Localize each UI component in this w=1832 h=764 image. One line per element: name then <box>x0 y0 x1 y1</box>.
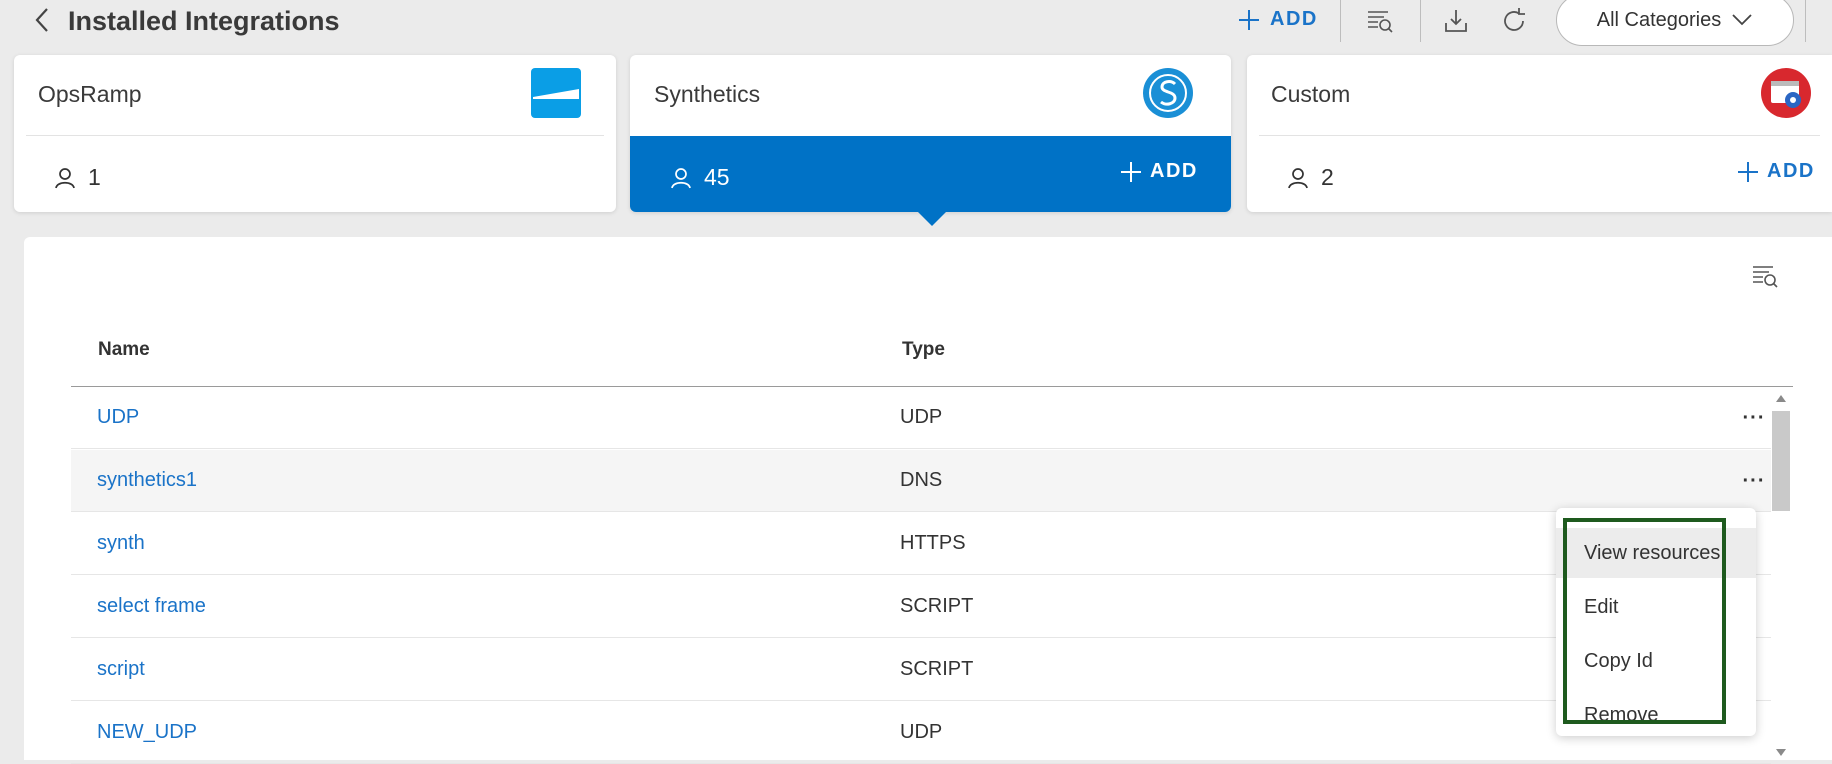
add-label: ADD <box>1767 160 1815 182</box>
table-row[interactable]: select frame SCRIPT <box>71 576 1771 638</box>
synthetics-logo-icon <box>1143 68 1193 118</box>
refresh-button[interactable] <box>1498 6 1530 36</box>
user-icon <box>55 167 75 188</box>
add-integration-button[interactable]: ADD <box>1238 8 1318 31</box>
table-filter-button[interactable] <box>1748 259 1782 293</box>
table-row[interactable]: synthetics1 DNS ··· <box>71 450 1771 512</box>
integration-count: 2 <box>1287 164 1334 191</box>
card-name: Custom <box>1271 81 1351 107</box>
integration-card-synthetics[interactable]: Synthetics 45 ADD <box>630 55 1231 212</box>
page-title: Installed Integrations <box>68 6 340 36</box>
divider <box>1420 0 1421 42</box>
card-name: OpsRamp <box>38 81 142 107</box>
count-value: 45 <box>704 164 730 190</box>
integration-count: 45 <box>670 164 730 191</box>
menu-item-copy-id[interactable]: Copy Id <box>1556 636 1756 686</box>
integration-count: 1 <box>54 164 101 191</box>
table-row[interactable]: NEW_UDP UDP <box>71 702 1771 764</box>
scrollbar-thumb[interactable] <box>1772 411 1790 511</box>
integration-card-custom[interactable]: Custom 2 ADD <box>1247 55 1832 212</box>
table-row[interactable]: UDP UDP ··· <box>71 387 1771 449</box>
card-footer: 2 ADD <box>1247 136 1832 212</box>
active-card-pointer <box>917 211 947 226</box>
count-value: 2 <box>1321 164 1334 190</box>
chevron-left-icon <box>35 8 48 32</box>
integration-type: SCRIPT <box>900 595 974 617</box>
card-header: Custom <box>1247 55 1832 135</box>
add-label: ADD <box>1270 8 1318 30</box>
table-row[interactable]: script SCRIPT <box>71 639 1771 701</box>
download-icon <box>1445 10 1467 32</box>
integration-name-link[interactable]: script <box>97 658 145 681</box>
filter-search-icon <box>1753 266 1778 288</box>
integration-name-link[interactable]: synthetics1 <box>97 469 197 492</box>
back-button[interactable] <box>28 6 56 34</box>
add-synthetics-button[interactable]: ADD <box>1120 160 1198 183</box>
integration-name-link[interactable]: UDP <box>97 406 139 429</box>
integration-card-opsramp[interactable]: OpsRamp 1 <box>14 55 616 212</box>
menu-item-remove[interactable]: Remove <box>1556 690 1756 740</box>
plus-icon <box>1121 161 1141 182</box>
category-select[interactable]: All Categories <box>1556 0 1794 46</box>
integration-type: UDP <box>900 406 943 428</box>
integration-type: SCRIPT <box>900 658 974 680</box>
user-icon <box>1288 167 1308 188</box>
download-button[interactable] <box>1440 6 1472 36</box>
card-header: Synthetics <box>630 55 1231 135</box>
add-custom-button[interactable]: ADD <box>1737 160 1815 183</box>
card-name: Synthetics <box>654 81 761 107</box>
table-row[interactable]: synth HTTPS <box>71 513 1771 575</box>
row-context-menu: View resources Edit Copy Id Remove <box>1556 508 1756 736</box>
scroll-down-arrow-icon[interactable] <box>1776 749 1786 756</box>
divider <box>1805 0 1806 42</box>
card-header: OpsRamp <box>14 55 616 135</box>
plus-icon <box>1738 161 1758 182</box>
opsramp-logo-icon <box>531 68 581 118</box>
column-header-name[interactable]: Name <box>98 339 150 361</box>
integration-type: DNS <box>900 469 943 491</box>
integration-name-link[interactable]: synth <box>97 532 145 555</box>
filter-search-icon <box>1368 11 1393 33</box>
custom-api-logo-icon <box>1761 68 1811 118</box>
add-label: ADD <box>1150 160 1198 182</box>
row-more-menu-button[interactable]: ··· <box>1739 466 1769 496</box>
table-scrollbar[interactable] <box>1770 389 1793 760</box>
card-footer: 45 ADD <box>630 136 1231 212</box>
category-select-value: All Categories <box>1596 8 1722 31</box>
menu-item-edit[interactable]: Edit <box>1556 582 1756 632</box>
integration-type: HTTPS <box>900 532 966 554</box>
card-footer: 1 <box>14 136 616 212</box>
integration-name-link[interactable]: NEW_UDP <box>97 721 197 744</box>
refresh-icon <box>1504 8 1525 31</box>
chevron-down-icon <box>1732 14 1752 26</box>
filter-search-button[interactable] <box>1364 6 1396 36</box>
count-value: 1 <box>88 164 101 190</box>
column-header-type[interactable]: Type <box>902 339 945 361</box>
user-icon <box>671 167 691 188</box>
menu-item-view-resources[interactable]: View resources <box>1556 528 1756 578</box>
scroll-up-arrow-icon[interactable] <box>1776 395 1786 402</box>
integration-name-link[interactable]: select frame <box>97 595 206 618</box>
row-more-menu-button[interactable]: ··· <box>1739 403 1769 433</box>
divider <box>1340 0 1341 42</box>
plus-icon <box>1239 9 1259 30</box>
integration-type: UDP <box>900 721 943 743</box>
top-bar: Installed Integrations ADD All Categorie… <box>0 0 1832 48</box>
